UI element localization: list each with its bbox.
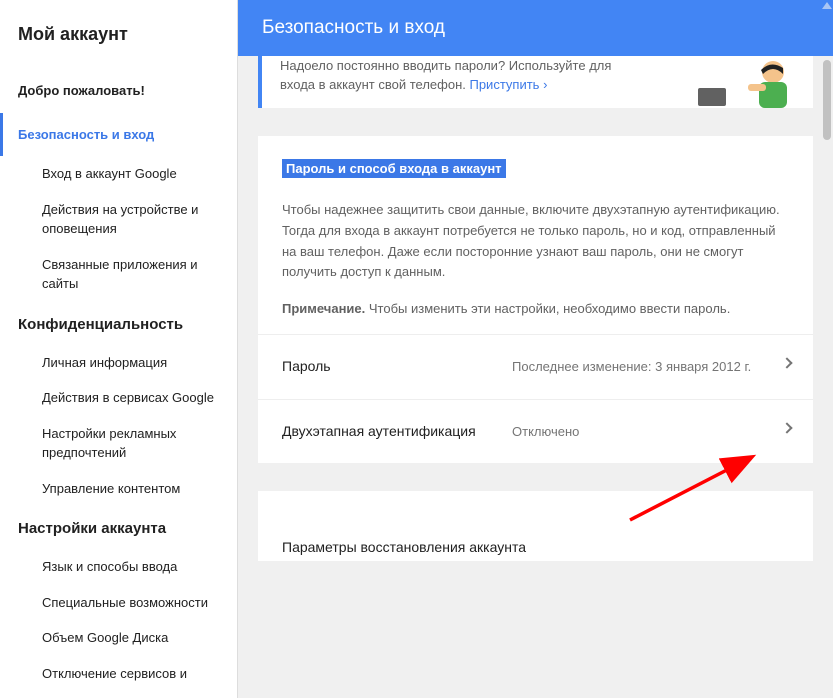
setting-label: Двухэтапная аутентификация [282, 422, 512, 442]
sidebar-item-delete-services[interactable]: Отключение сервисов и [0, 656, 237, 692]
promo-link[interactable]: Приступить [469, 77, 539, 92]
sidebar-section-account[interactable]: Настройки аккаунта [0, 506, 237, 549]
setting-label: Пароль [282, 357, 512, 377]
sidebar-item-accessibility[interactable]: Специальные возможности [0, 585, 237, 621]
main-content: Безопасность и вход Надоело постоянно вв… [238, 0, 833, 698]
sidebar-item-language[interactable]: Язык и способы ввода [0, 549, 237, 585]
signin-card: Пароль и способ входа в аккаунт Чтобы на… [258, 136, 813, 463]
card-heading: Пароль и способ входа в аккаунт [282, 159, 506, 178]
scroll-up-icon[interactable] [822, 2, 832, 9]
promo-card[interactable]: Надоело постоянно вводить пароли? Исполь… [258, 56, 813, 108]
sidebar-item-security[interactable]: Безопасность и вход [0, 113, 237, 157]
card-description: Чтобы надежнее защитить свои данные, вкл… [282, 200, 789, 283]
setting-value: Отключено [512, 422, 789, 442]
sidebar-item-content-control[interactable]: Управление контентом [0, 471, 237, 507]
page-title: Безопасность и вход [262, 17, 445, 38]
scrollbar-thumb[interactable] [823, 60, 831, 140]
card-heading: Параметры восстановления аккаунта [258, 515, 813, 561]
sidebar-item-drive-storage[interactable]: Объем Google Диска [0, 620, 237, 656]
sidebar-section-privacy[interactable]: Конфиденциальность [0, 302, 237, 345]
sidebar-item-connected-apps[interactable]: Связанные приложения и сайты [0, 247, 237, 302]
promo-text: Надоело постоянно вводить пароли? Исполь… [280, 56, 611, 95]
promo-illustration [693, 58, 803, 108]
chevron-right-icon: › [543, 77, 547, 92]
recovery-card: Параметры восстановления аккаунта [258, 491, 813, 561]
setting-value: Последнее изменение: 3 января 2012 г. [512, 357, 789, 377]
setting-row-password[interactable]: Пароль Последнее изменение: 3 января 201… [258, 334, 813, 399]
sidebar-item-ads-settings[interactable]: Настройки рекламных предпочтений [0, 416, 237, 471]
sidebar-item-welcome[interactable]: Добро пожаловать! [0, 69, 237, 113]
sidebar-item-device-activity[interactable]: Действия на устройстве и оповещения [0, 192, 237, 247]
sidebar-item-activity-controls[interactable]: Действия в сервисах Google [0, 380, 237, 416]
setting-row-2step[interactable]: Двухэтапная аутентификация Отключено [258, 399, 813, 464]
sidebar-title: Мой аккаунт [0, 10, 237, 69]
sidebar-item-google-signin[interactable]: Вход в аккаунт Google [0, 156, 237, 192]
page-header: Безопасность и вход [238, 0, 833, 56]
sidebar: Мой аккаунт Добро пожаловать! Безопаснос… [0, 0, 238, 698]
sidebar-item-personal-info[interactable]: Личная информация [0, 345, 237, 381]
card-note: Примечание. Чтобы изменить эти настройки… [282, 299, 789, 320]
